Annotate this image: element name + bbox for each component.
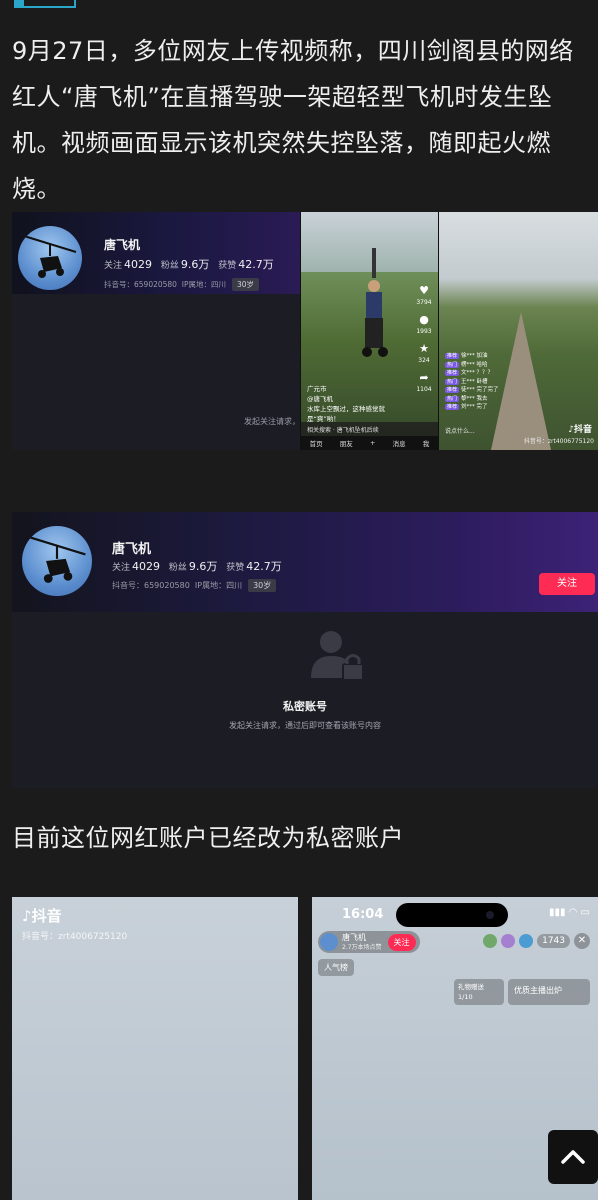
follow-button[interactable]: 关注 <box>539 573 595 595</box>
dynamic-island <box>396 903 508 927</box>
status-time: 16:04 <box>342 907 384 922</box>
profile-name: 唐飞机 <box>112 542 152 557</box>
private-account-desc: 发起关注请求，通过后即可查看该账号内容 <box>229 721 381 730</box>
status-icons: ▮▮▮ ◠ ▭ <box>548 907 590 918</box>
nav-messages[interactable]: 消息 <box>393 438 406 448</box>
nav-add[interactable]: + <box>370 439 375 447</box>
viewer-avatar[interactable] <box>483 934 498 948</box>
viewer-count[interactable]: 1743 <box>537 934 570 948</box>
avatar <box>320 933 338 951</box>
viewer-avatar[interactable] <box>519 934 534 948</box>
profile-header <box>12 512 598 612</box>
profile-stats: 关注 4029 粉丝 9.6万 获赞 42.7万 <box>112 560 282 573</box>
pilot-figure <box>362 248 388 357</box>
comment-icon[interactable]: ● <box>416 313 432 327</box>
gift-task-card[interactable]: 礼物赠送 1/10 <box>454 979 504 1005</box>
tiktok-logo: ♪抖音 <box>568 425 592 435</box>
share-icon[interactable]: ➦ <box>416 371 432 385</box>
video-caption: 广元市 @唐飞机 水库上空飘过，这种感觉就是“爽”哟！ <box>307 385 385 423</box>
streamer-badge-card[interactable]: 优质主播出炉 <box>508 979 590 1005</box>
streamer-name: 唐飞机 <box>342 933 366 942</box>
tiktok-logo: ♪抖音 <box>22 907 62 925</box>
private-lock-icon <box>307 624 367 684</box>
video-thumbnail-road[interactable]: 推荐 徐*** 加油 热门 楞*** 哈哈 推荐 文*** ？？？ 热门 王*** 卧槽… <box>439 212 598 450</box>
close-icon[interactable]: ✕ <box>574 933 590 949</box>
heart-icon[interactable]: ♥ <box>416 284 432 298</box>
related-search-bar[interactable]: 相关搜索 · 唐飞机坠机后续 <box>301 422 438 436</box>
live-follow-button[interactable]: 关注 <box>387 933 416 951</box>
video-side-actions: ♥ 3794 ● 1993 ★ 324 ➦ 1104 <box>416 284 432 393</box>
article-paragraph: 9月27日，多位网友上传视频称，四川剑阁县的网络红人“唐飞机”在直播驾驶一架超轻… <box>12 37 574 203</box>
profile-name: 唐飞机 <box>104 238 141 252</box>
profile-stats: 关注 4029 粉丝 9.6万 获赞 42.7万 <box>104 258 274 271</box>
star-icon[interactable]: ★ <box>416 342 432 356</box>
profile-panel: 唐飞机 关注 4029 粉丝 9.6万 获赞 42.7万 抖音号：659020580 … <box>12 212 300 450</box>
avatar <box>22 526 92 596</box>
video-thumbnail-flying[interactable]: ♥ 3794 ● 1993 ★ 324 ➦ 1104 广元市 @唐飞机 水库上空飘过，这… <box>301 212 438 450</box>
viewer-avatar[interactable] <box>501 934 516 948</box>
scroll-to-top-button[interactable] <box>548 1130 598 1184</box>
avatar <box>18 226 82 290</box>
live-comments: 推荐 徐*** 加油 热门 楞*** 哈哈 推荐 文*** ？？？ 热门 王*** 卧槽… <box>445 353 499 410</box>
profile-meta: 抖音号：659020580 IP属地：四川 30岁 <box>104 278 260 291</box>
viewer-strip: 1743 ✕ <box>483 933 590 949</box>
nav-me[interactable]: 我 <box>423 438 430 448</box>
follow-request-text: 发起关注请求， <box>244 417 300 426</box>
streamer-likes: 2.7万本场点赞 <box>342 944 382 951</box>
nav-home[interactable]: 首页 <box>310 438 323 448</box>
chevron-up-icon <box>561 1150 585 1164</box>
profile-meta: 抖音号：659020580 IP属地：四川 30岁 <box>112 579 277 592</box>
tiktok-watermark-id: 抖音号：zrt4006775120 <box>523 438 594 445</box>
screenshot-private-account: 唐飞机 关注 4029 粉丝 9.6万 获赞 42.7万 抖音号：659020580 … <box>12 512 598 788</box>
section-caption: 目前这位网红账户已经改为私密账户 <box>12 824 404 852</box>
screenshot-profile-and-videos: 唐飞机 关注 4029 粉丝 9.6万 获赞 42.7万 抖音号：659020580 … <box>12 212 598 450</box>
streamer-pill[interactable]: 唐飞机 2.7万本场点赞 关注 <box>318 931 420 953</box>
tiktok-watermark-id: 抖音号：zrt4006725120 <box>22 932 128 942</box>
screenshot-sky-video[interactable]: ♪抖音 抖音号：zrt4006725120 <box>12 897 298 1200</box>
private-account-title: 私密账号 <box>283 700 327 713</box>
popularity-tag[interactable]: 人气榜 <box>318 959 354 976</box>
bottom-nav: 首页 朋友 + 消息 我 <box>301 436 438 450</box>
nav-friends[interactable]: 朋友 <box>340 438 353 448</box>
top-accent-bar <box>14 0 76 8</box>
comment-input-hint[interactable]: 说点什么... <box>445 426 475 435</box>
